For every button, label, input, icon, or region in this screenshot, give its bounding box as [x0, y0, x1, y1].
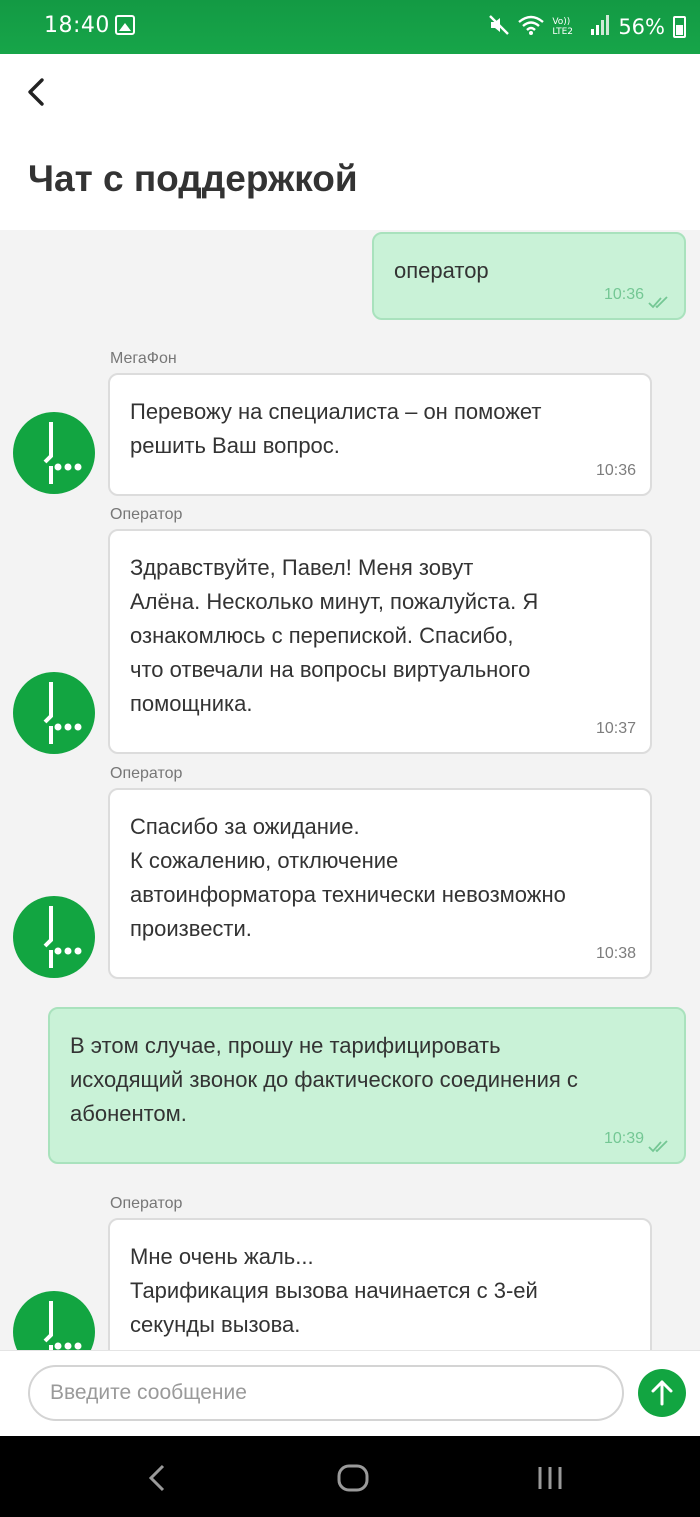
- message-time: 10:36: [603, 286, 644, 303]
- chevron-left-icon: [28, 78, 44, 106]
- avatar: [13, 896, 95, 978]
- avatar: [13, 1291, 95, 1350]
- sender-name: Оператор: [110, 765, 183, 782]
- mute-icon: [488, 14, 510, 41]
- megafon-logo-icon: [43, 906, 82, 968]
- message-incoming[interactable]: Перевожу на специалиста – он поможет реш…: [108, 373, 652, 496]
- status-bar: 18:40 Vo)) LTE2 56%: [0, 0, 700, 54]
- message-input[interactable]: [28, 1365, 624, 1421]
- message-text: Спасибо за ожидание. К сожалению, отключ…: [130, 814, 566, 941]
- message-text: В этом случае, прошу не тарифицировать и…: [70, 1033, 578, 1126]
- megafon-logo-icon: [43, 1301, 82, 1350]
- megafon-logo-icon: [43, 422, 82, 484]
- battery-icon: [673, 16, 686, 38]
- arrow-up-icon: [651, 1380, 673, 1406]
- back-button[interactable]: [18, 72, 58, 112]
- message-time: 10:39: [603, 1130, 644, 1147]
- sender-name: МегаФон: [110, 350, 177, 367]
- header: [0, 54, 700, 230]
- message-text: Мне очень жаль... Тарификация вызова нач…: [130, 1244, 538, 1337]
- message-time: 10:36: [595, 462, 636, 479]
- nav-back-icon: [148, 1464, 165, 1492]
- network-label: Vo)) LTE2: [552, 17, 573, 37]
- avatar: [13, 672, 95, 754]
- nav-home-icon: [337, 1464, 369, 1492]
- nav-home-button[interactable]: [333, 1458, 373, 1498]
- megafon-logo-icon: [43, 682, 82, 744]
- message-time: 10:37: [595, 720, 636, 737]
- message-incoming[interactable]: Мне очень жаль... Тарификация вызова нач…: [108, 1218, 652, 1350]
- message-incoming[interactable]: Спасибо за ожидание. К сожалению, отключ…: [108, 788, 652, 979]
- nav-back-button[interactable]: [137, 1458, 177, 1498]
- image-icon: [115, 15, 135, 35]
- system-navigation-bar: [0, 1436, 700, 1517]
- status-icons: Vo)) LTE2 56%: [488, 12, 686, 42]
- double-check-icon: [648, 1140, 668, 1153]
- sender-name: Оператор: [110, 1195, 183, 1212]
- status-time: 18:40: [44, 13, 110, 38]
- avatar: [13, 412, 95, 494]
- signal-icon: [590, 14, 610, 41]
- message-outgoing[interactable]: оператор 10:36: [372, 232, 686, 320]
- send-button[interactable]: [638, 1369, 686, 1417]
- double-check-icon: [648, 296, 668, 309]
- message-time: 10:38: [595, 945, 636, 962]
- nav-recents-icon: [538, 1467, 562, 1489]
- message-text: Перевожу на специалиста – он поможет реш…: [130, 399, 542, 458]
- message-outgoing[interactable]: В этом случае, прошу не тарифицировать и…: [48, 1007, 686, 1164]
- message-incoming[interactable]: Здравствуйте, Павел! Меня зовут Алёна. Н…: [108, 529, 652, 754]
- wifi-icon: [518, 14, 545, 41]
- message-text: Здравствуйте, Павел! Меня зовут Алёна. Н…: [130, 555, 539, 716]
- nav-recents-button[interactable]: [530, 1458, 570, 1498]
- battery-percent: 56%: [618, 15, 665, 39]
- composer: [0, 1350, 700, 1436]
- page-title: Чат с поддержкой: [28, 158, 358, 199]
- sender-name: Оператор: [110, 506, 183, 523]
- chat-messages[interactable]: оператор 10:36 МегаФон Перевожу на специ…: [0, 230, 700, 1350]
